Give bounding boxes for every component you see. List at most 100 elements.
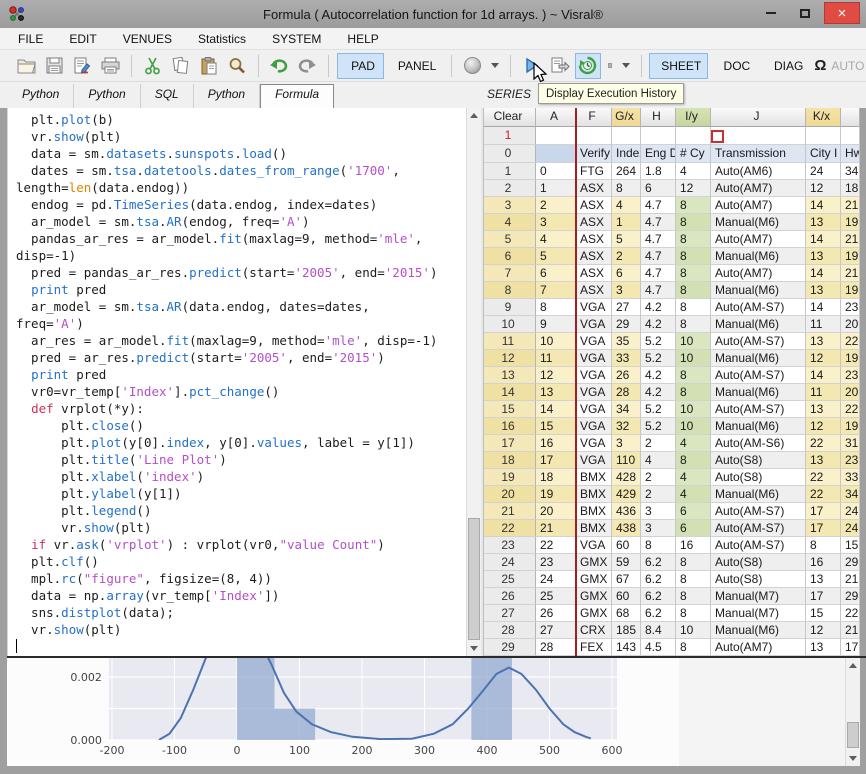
row-number[interactable]: 13 (484, 367, 536, 384)
sheet-cell[interactable]: Auto(AM7) (711, 265, 806, 282)
sheet-cell[interactable]: 3 (641, 520, 676, 537)
sheet-cell[interactable]: 17 (806, 503, 841, 520)
marker-cell[interactable] (641, 127, 676, 145)
sheet-cell[interactable]: 8 (612, 180, 641, 197)
sheet-cell[interactable]: VGA (576, 316, 612, 333)
run-button[interactable] (519, 53, 545, 79)
sheet-cell[interactable]: GMX (576, 571, 612, 588)
sheet-cell[interactable]: 26 (536, 605, 576, 622)
sheet-cell[interactable]: 8 (676, 197, 711, 214)
label-cell[interactable]: Hw (841, 145, 860, 163)
sheet-cell[interactable]: 4.2 (641, 384, 676, 401)
sheet-cell[interactable]: 110 (612, 452, 641, 469)
diag-button[interactable]: DIAG (760, 53, 811, 79)
sheet-cell[interactable]: 6 (676, 503, 711, 520)
marker-cell[interactable] (612, 127, 641, 145)
sheet-cell[interactable]: Auto(AM-S7) (711, 503, 806, 520)
marker-cell[interactable] (841, 127, 860, 145)
row-number[interactable]: 17 (484, 435, 536, 452)
code-line[interactable]: mpl.rc("figure", figsize=(8, 4)) (8, 570, 466, 587)
sheet-cell[interactable]: 264 (612, 163, 641, 180)
sheet-cell[interactable]: 0 (536, 163, 576, 180)
row-number[interactable]: 2 (484, 180, 536, 197)
sheet-cell[interactable]: 8 (676, 316, 711, 333)
sheet-cell[interactable]: 8 (676, 571, 711, 588)
sheet-cell[interactable]: 1 (536, 180, 576, 197)
sheet-cell[interactable]: FTG (576, 163, 612, 180)
sheet-cell[interactable]: 8 (676, 265, 711, 282)
print-button[interactable] (97, 53, 123, 79)
sheet-cell[interactable]: 185 (612, 622, 641, 639)
code-line[interactable]: plt.xlabel('index') (8, 468, 466, 485)
row-number[interactable]: 28 (484, 622, 536, 639)
sheet-cell[interactable]: VGA (576, 299, 612, 316)
sheet-cell[interactable]: 19 (841, 350, 860, 367)
run-script-button[interactable] (547, 53, 573, 79)
code-line[interactable]: print pred (8, 281, 466, 298)
sheet-cell[interactable]: 29 (841, 588, 860, 605)
row-number[interactable]: 18 (484, 452, 536, 469)
sheet-cell[interactable]: 4.7 (641, 214, 676, 231)
code-line[interactable]: pandas_ar_res = ar_model.fit(maxlag=9, m… (8, 230, 466, 247)
sheet-cell[interactable]: Manual(M6) (711, 418, 806, 435)
sheet-cell[interactable]: 11 (806, 384, 841, 401)
row-number[interactable]: 21 (484, 503, 536, 520)
sheet-cell[interactable]: 19 (536, 486, 576, 503)
sheet-cell[interactable]: Auto(AM-S7) (711, 520, 806, 537)
sheet-cell[interactable]: Manual(M7) (711, 588, 806, 605)
row-number[interactable]: 6 (484, 248, 536, 265)
code-line[interactable]: data = np.array(vr_temp['Index']) (8, 587, 466, 604)
sheet-cell[interactable]: 23 (841, 367, 860, 384)
sheet-cell[interactable]: 10 (536, 333, 576, 350)
clear-header-button[interactable]: Clear (484, 108, 536, 127)
sheet-cell[interactable]: Auto(AM-S7) (711, 333, 806, 350)
sheet-cell[interactable]: 22 (841, 333, 860, 350)
sheet-cell[interactable]: 3 (612, 282, 641, 299)
sheet-cell[interactable]: 13 (806, 571, 841, 588)
sheet-cell[interactable]: 19 (841, 282, 860, 299)
sheet-cell[interactable]: 21 (841, 571, 860, 588)
row-number[interactable]: 27 (484, 605, 536, 622)
label-cell[interactable]: Verify (576, 145, 612, 163)
sheet-cell[interactable]: 33 (612, 350, 641, 367)
sheet-cell[interactable]: Manual(M6) (711, 214, 806, 231)
modify-document-button[interactable] (69, 53, 95, 79)
sheet-cell[interactable]: 8 (676, 588, 711, 605)
menu-item-file[interactable]: FILE (18, 32, 43, 46)
code-line[interactable]: disp=-1) (8, 247, 466, 264)
sheet-cell[interactable]: 14 (806, 231, 841, 248)
sheet-cell[interactable]: 8 (676, 282, 711, 299)
sheet-cell[interactable]: 438 (612, 520, 641, 537)
label-cell[interactable] (536, 145, 576, 163)
sheet-cell[interactable]: 6 (641, 180, 676, 197)
sheet-cell[interactable]: Auto(S8) (711, 554, 806, 571)
code-editor[interactable]: plt.plot(b) vr.show(plt) data = sm.datas… (7, 108, 466, 656)
sheet-cell[interactable]: 12 (806, 180, 841, 197)
column-header-cut[interactable] (841, 108, 860, 127)
row-number[interactable]: 9 (484, 299, 536, 316)
sheet-cell[interactable]: 3 (612, 435, 641, 452)
sheet-cell[interactable]: 8 (676, 452, 711, 469)
sheet-cell[interactable]: 60 (612, 588, 641, 605)
code-line[interactable]: plt.ylabel(y[1]) (8, 485, 466, 502)
code-line[interactable]: if vr.ask('vrplot') : vrplot(vr0,"value … (8, 536, 466, 553)
tab-python-1[interactable]: Python (74, 84, 140, 108)
sheet-cell[interactable]: Auto(S8) (711, 469, 806, 486)
code-line[interactable]: vr.show(plt) (8, 519, 466, 536)
sheet-cell[interactable]: 17 (841, 639, 860, 656)
scroll-down-arrow[interactable] (467, 641, 481, 656)
sheet-cell[interactable]: 16 (806, 554, 841, 571)
row-number[interactable]: 1 (484, 163, 536, 180)
sheet-cell[interactable]: 4.7 (641, 231, 676, 248)
sheet-cell[interactable]: 4.7 (641, 248, 676, 265)
sheet-cell[interactable]: 28 (536, 639, 576, 656)
sheet-cell[interactable]: 24 (841, 503, 860, 520)
label-row-number[interactable]: 0 (484, 145, 536, 163)
sheet-cell[interactable]: ASX (576, 282, 612, 299)
sheet-cell[interactable]: 8.4 (641, 622, 676, 639)
code-line[interactable]: ar_model = sm.tsa.AR(data.endog, dates=d… (8, 298, 466, 315)
sheet-cell[interactable]: 17 (806, 588, 841, 605)
sheet-cell[interactable]: Manual(M6) (711, 248, 806, 265)
column-header-G/x[interactable]: G/x (612, 108, 641, 127)
code-scrollbar[interactable] (466, 108, 481, 656)
